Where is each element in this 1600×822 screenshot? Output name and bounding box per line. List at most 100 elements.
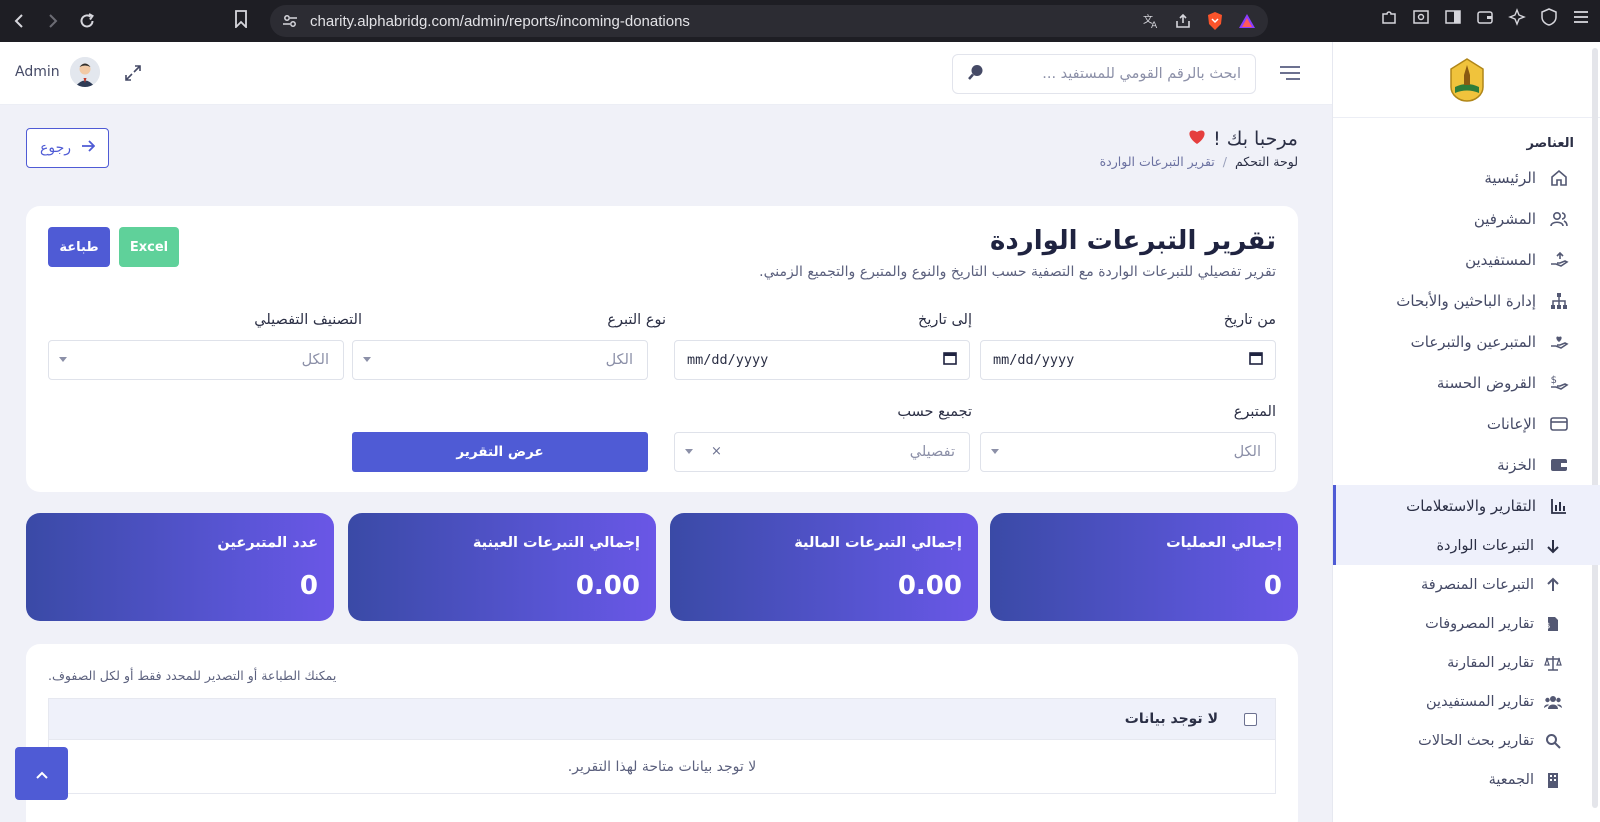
stat-card-financial-donations: إجمالي التبرعات المالية 0.00 (670, 513, 978, 621)
address-bar[interactable]: charity.alphabridg.com/admin/reports/inc… (270, 5, 1268, 37)
search-box[interactable]: ابحث بالرقم القومي للمستفيد ... (952, 54, 1256, 94)
scroll-to-top-button[interactable] (15, 747, 68, 800)
site-settings-icon[interactable] (282, 13, 298, 33)
scale-icon (1544, 655, 1562, 671)
sidebar-subitem-label: تقارير بحث الحالات (1418, 732, 1534, 749)
home-icon (1548, 168, 1570, 188)
table-empty-row: لا توجد بيانات متاحة لهذا التقرير. (49, 739, 1275, 793)
arrow-right-icon (81, 140, 96, 156)
sitemap-icon (1548, 291, 1570, 311)
svg-text:$: $ (1546, 622, 1550, 630)
rewards-icon[interactable] (1238, 12, 1256, 34)
chevron-down-icon[interactable] (685, 449, 693, 454)
sidebar-subitem-association[interactable]: الجمعية (1333, 760, 1600, 799)
wallet-icon[interactable] (1476, 8, 1494, 30)
sidebar-item-supervisors[interactable]: المشرفين (1333, 198, 1600, 239)
sidebar-toggle-icon[interactable] (1444, 8, 1462, 30)
sidebar-subitem-comparison-reports[interactable]: تقارير المقارنة (1333, 643, 1600, 682)
sidebar-item-label: الإعانات (1486, 414, 1536, 433)
logo[interactable] (1333, 42, 1600, 118)
sidebar-item-label: المستفيدين (1465, 250, 1536, 269)
donation-type-label: نوع التبرع (607, 312, 666, 328)
leo-ai-icon[interactable] (1508, 8, 1526, 30)
chevron-down-icon[interactable] (363, 357, 371, 362)
breadcrumb-separator: / (1222, 154, 1227, 169)
group-by-value[interactable]: تفصيلي (910, 444, 955, 460)
sidebar-item-researchers[interactable]: إدارة الباحثين والأبحاث (1333, 280, 1600, 321)
group-by-select[interactable]: تفصيلي × (674, 432, 970, 472)
menu-icon[interactable] (1572, 8, 1590, 30)
sidebar-subitem-beneficiary-reports[interactable]: تقارير المستفيدين (1333, 682, 1600, 721)
group-icon (1544, 694, 1562, 710)
calendar-icon[interactable] (943, 351, 957, 369)
calendar-icon[interactable] (1249, 351, 1263, 369)
search-icon (1544, 733, 1562, 749)
select-all-checkbox[interactable] (1244, 712, 1257, 726)
search-input[interactable]: ابحث بالرقم القومي للمستفيد ... (985, 66, 1241, 82)
from-date-value[interactable]: mm/dd/yyyy (993, 352, 1074, 368)
bookmark-icon[interactable] (234, 10, 248, 32)
sidebar-subitem-case-search-reports[interactable]: تقارير بحث الحالات (1333, 721, 1600, 760)
breadcrumb: لوحة التحكم / تقرير التبرعات الواردة (1100, 154, 1298, 169)
user-name[interactable]: Admin (15, 64, 60, 80)
breadcrumb-root[interactable]: لوحة التحكم (1235, 154, 1298, 169)
donor-select[interactable]: الكل (980, 432, 1276, 472)
avatar[interactable] (69, 57, 100, 87)
extensions-icon[interactable] (1380, 8, 1398, 30)
sidebar-subitem-expense-reports[interactable]: $ تقارير المصروفات (1333, 604, 1600, 643)
stat-value: 0.00 (575, 571, 640, 601)
sidebar-item-label: المتبرعين والتبرعات (1410, 332, 1536, 351)
sidebar-item-home[interactable]: الرئيسية (1333, 157, 1600, 198)
reader-icon[interactable] (1412, 8, 1430, 30)
vpn-icon[interactable] (1540, 8, 1558, 30)
donation-type-select[interactable]: الكل (352, 340, 648, 380)
sidebar-subitem-outgoing-donations[interactable]: التبرعات المنصرفة (1333, 565, 1600, 604)
from-date-field[interactable]: mm/dd/yyyy (980, 340, 1276, 380)
sidebar-subitem-incoming-donations[interactable]: التبرعات الواردة (1333, 526, 1600, 565)
to-date-value[interactable]: mm/dd/yyyy (687, 352, 768, 368)
brave-shield-icon[interactable] (1206, 11, 1224, 35)
invoice-icon: $ (1544, 616, 1562, 632)
excel-export-button[interactable]: Excel (119, 227, 179, 267)
sidebar-item-beneficiaries[interactable]: المستفيدين (1333, 239, 1600, 280)
table-header: لا توجد بيانات (49, 699, 1275, 739)
sidebar-item-donors[interactable]: المتبرعين والتبرعات (1333, 321, 1600, 362)
sidebar-item-loans[interactable]: $ القروض الحسنة (1333, 362, 1600, 403)
back-arrow-icon[interactable] (4, 6, 34, 36)
donor-value[interactable]: الكل (1234, 444, 1261, 460)
category-value[interactable]: الكل (302, 352, 329, 368)
chevron-down-icon[interactable] (59, 357, 67, 362)
back-button[interactable]: رجوع (26, 128, 109, 168)
search-icon[interactable] (967, 63, 985, 85)
chevron-down-icon[interactable] (991, 449, 999, 454)
fullscreen-icon[interactable] (124, 64, 142, 86)
show-report-button[interactable]: عرض التقرير (352, 432, 648, 472)
building-icon (1544, 772, 1562, 788)
sidebar-item-reports[interactable]: التقارير والاستعلامات (1333, 485, 1600, 526)
stat-card-in-kind-donations: إجمالي التبرعات العينية 0.00 (348, 513, 656, 621)
sidebar-item-aids[interactable]: الإعانات (1333, 403, 1600, 444)
clear-icon[interactable]: × (711, 444, 722, 459)
donation-type-value[interactable]: الكل (606, 352, 633, 368)
to-date-field[interactable]: mm/dd/yyyy (674, 340, 970, 380)
reload-icon[interactable] (72, 6, 102, 36)
stat-label: عدد المتبرعين (217, 535, 318, 551)
stat-label: إجمالي العمليات (1166, 535, 1282, 551)
empty-message: لا توجد بيانات متاحة لهذا التقرير. (567, 758, 757, 775)
sidebar-item-label: المشرفين (1473, 209, 1536, 228)
url-text[interactable]: charity.alphabridg.com/admin/reports/inc… (310, 13, 690, 30)
translate-icon[interactable]: 文A (1142, 12, 1160, 34)
svg-text:A: A (1151, 21, 1158, 30)
chart-icon (1548, 496, 1570, 516)
share-icon[interactable] (1174, 12, 1192, 34)
user-menu[interactable]: Admin (15, 57, 100, 87)
print-button[interactable]: طباعة (48, 227, 110, 267)
sidebar-item-treasury[interactable]: الخزنة (1333, 444, 1600, 485)
sidebar-item-label: الخزنة (1497, 455, 1536, 474)
forward-arrow-icon[interactable] (38, 6, 68, 36)
card-icon (1548, 414, 1570, 434)
report-table-card: يمكنك الطباعة أو التصدير للمحدد فقط أو ل… (26, 644, 1298, 822)
hamburger-menu-icon[interactable] (1279, 64, 1301, 86)
sidebar-subitem-label: التبرعات المنصرفة (1420, 576, 1534, 593)
category-select[interactable]: الكل (48, 340, 344, 380)
